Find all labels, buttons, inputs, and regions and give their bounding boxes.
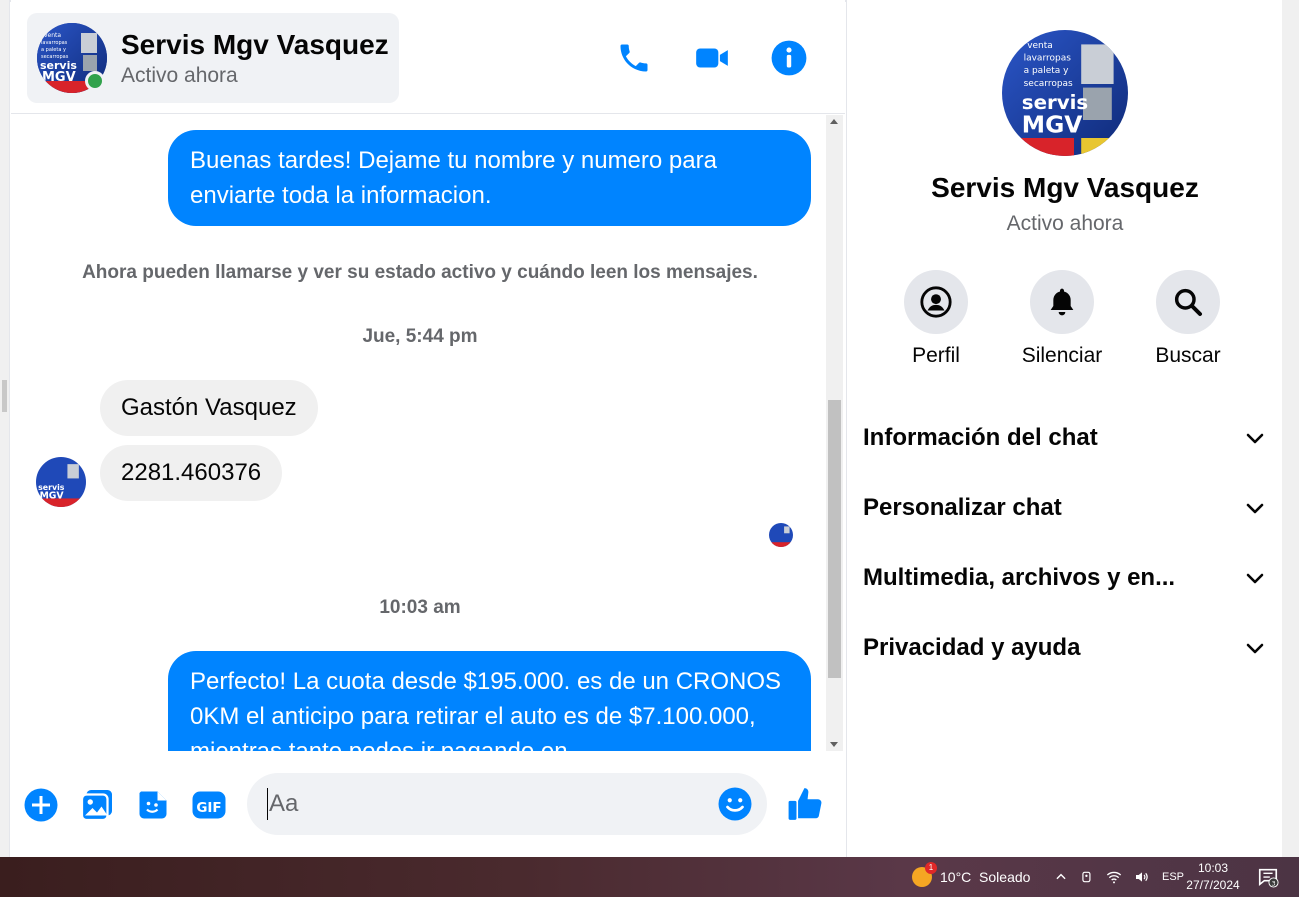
left-scroll-edge bbox=[0, 0, 10, 857]
chevron-down-icon bbox=[1246, 433, 1264, 444]
info-icon[interactable] bbox=[769, 38, 809, 78]
sender-avatar[interactable]: servis MGV bbox=[36, 457, 86, 507]
message-input-box[interactable] bbox=[247, 773, 767, 835]
section-title: Personalizar chat bbox=[863, 494, 1062, 521]
sun-icon: 1 bbox=[912, 862, 937, 887]
contact-name: Servis Mgv Vasquez bbox=[121, 29, 389, 60]
avatar-text-line: lavarropas bbox=[1024, 54, 1072, 64]
outgoing-message[interactable]: Buenas tardes! Dejame tu nombre y numero… bbox=[168, 130, 811, 226]
gif-icon[interactable]: GIF bbox=[190, 786, 228, 824]
bell-icon[interactable] bbox=[1030, 270, 1094, 334]
section-title: Información del chat bbox=[863, 424, 1098, 451]
sticker-icon[interactable] bbox=[134, 786, 172, 824]
profile-icon[interactable] bbox=[904, 270, 968, 334]
avatar-text-line: secarropas bbox=[1024, 79, 1073, 89]
chevron-down-icon bbox=[1246, 643, 1264, 654]
section-customize-chat[interactable]: Personalizar chat bbox=[863, 480, 1267, 536]
message-input[interactable] bbox=[269, 787, 699, 821]
incoming-message[interactable]: Gastón Vasquez bbox=[100, 380, 318, 436]
clock-date: 27/7/2024 bbox=[1186, 878, 1240, 892]
info-contact-name: Servis Mgv Vasquez bbox=[931, 172, 1199, 203]
gif-label: GIF bbox=[196, 800, 221, 816]
windows-taskbar: 1 10°C Soleado ESP 10:03 27/7/2024 3 bbox=[0, 857, 1299, 897]
chat-pane: venta lavarropas a paleta y secarropas s… bbox=[11, 0, 845, 857]
outgoing-message[interactable]: Perfecto! La cuota desde $195.000. es de… bbox=[168, 651, 811, 751]
left-scroll-nub[interactable] bbox=[2, 380, 7, 412]
info-contact-status: Activo ahora bbox=[1006, 212, 1124, 235]
avatar-text-line: MGV bbox=[42, 70, 76, 85]
system-note: Ahora pueden llamarse y ver su estado ac… bbox=[82, 262, 758, 283]
message-scrollbar[interactable] bbox=[826, 115, 843, 751]
meet-icon[interactable] bbox=[1080, 870, 1094, 884]
action-profile[interactable]: Perfil bbox=[876, 270, 996, 368]
phone-icon[interactable] bbox=[614, 38, 654, 78]
chat-info-panel: venta lavarropas a paleta y secarropas s… bbox=[846, 0, 1282, 857]
taskbar-clock[interactable]: 10:03 27/7/2024 bbox=[1180, 860, 1246, 894]
avatar-text-line: a paleta y bbox=[41, 47, 66, 53]
incoming-message[interactable]: 2281.460376 bbox=[100, 445, 283, 501]
text-caret bbox=[267, 788, 268, 820]
video-icon[interactable] bbox=[692, 38, 732, 78]
avatar-text-line: a paleta y bbox=[1024, 66, 1070, 76]
section-media-files[interactable]: Multimedia, archivos y en... bbox=[863, 550, 1267, 606]
weather-badge: 1 bbox=[925, 862, 937, 874]
gallery-icon[interactable] bbox=[78, 786, 116, 824]
weather-text: 10°C Soleado bbox=[940, 869, 1031, 885]
message-timestamp: 10:03 am bbox=[379, 597, 461, 618]
message-list: Buenas tardes! Dejame tu nombre y numero… bbox=[11, 115, 829, 751]
avatar-text-line: lavarropas bbox=[41, 40, 68, 46]
action-label: Perfil bbox=[912, 344, 960, 367]
avatar-text-line: venta bbox=[44, 32, 61, 39]
avatar-text-line: MGV bbox=[1022, 111, 1083, 139]
action-search[interactable]: Buscar bbox=[1128, 270, 1248, 368]
search-icon[interactable] bbox=[1156, 270, 1220, 334]
info-avatar[interactable]: venta lavarropas a paleta y secarropas s… bbox=[1002, 30, 1128, 156]
weather-widget[interactable]: 1 10°C Soleado bbox=[912, 862, 1031, 889]
contact-chip[interactable]: venta lavarropas a paleta y secarropas s… bbox=[27, 13, 399, 103]
action-label: Silenciar bbox=[1021, 344, 1103, 367]
chevron-down-icon bbox=[1246, 503, 1264, 514]
notification-count: 3 bbox=[1271, 879, 1275, 887]
avatar-text-line: MGV bbox=[40, 490, 65, 501]
action-mute[interactable]: Silenciar bbox=[1002, 270, 1122, 368]
section-title: Multimedia, archivos y en... bbox=[863, 564, 1176, 591]
scroll-down-arrow[interactable] bbox=[830, 742, 838, 747]
emoji-icon[interactable] bbox=[717, 786, 753, 822]
chevron-up-icon[interactable] bbox=[1054, 870, 1068, 884]
wifi-icon[interactable] bbox=[1106, 869, 1122, 885]
avatar-text-line: venta bbox=[1027, 41, 1053, 51]
scroll-thumb[interactable] bbox=[828, 400, 841, 678]
section-chat-info[interactable]: Información del chat bbox=[863, 410, 1267, 466]
clock-time: 10:03 bbox=[1197, 861, 1229, 875]
section-title: Privacidad y ayuda bbox=[863, 634, 1081, 661]
chat-header: venta lavarropas a paleta y secarropas s… bbox=[11, 0, 845, 114]
chevron-down-icon bbox=[1246, 573, 1264, 584]
like-icon[interactable] bbox=[787, 785, 825, 823]
page-scrollbar[interactable] bbox=[1282, 0, 1299, 857]
messenger-window: venta lavarropas a paleta y secarropas s… bbox=[0, 0, 1299, 897]
contact-status: Activo ahora bbox=[121, 64, 238, 87]
message-timestamp: Jue, 5:44 pm bbox=[362, 326, 478, 347]
section-privacy-help[interactable]: Privacidad y ayuda bbox=[863, 620, 1267, 676]
plus-icon[interactable] bbox=[22, 786, 60, 824]
action-label: Buscar bbox=[1155, 344, 1221, 367]
scroll-up-arrow[interactable] bbox=[830, 119, 838, 124]
seen-receipt-avatar bbox=[769, 523, 793, 547]
volume-icon[interactable] bbox=[1134, 869, 1150, 885]
online-indicator bbox=[85, 71, 105, 91]
composer-bar: GIF bbox=[11, 752, 845, 857]
system-tray: ESP bbox=[1054, 867, 1184, 887]
notification-icon[interactable]: 3 bbox=[1257, 866, 1279, 888]
